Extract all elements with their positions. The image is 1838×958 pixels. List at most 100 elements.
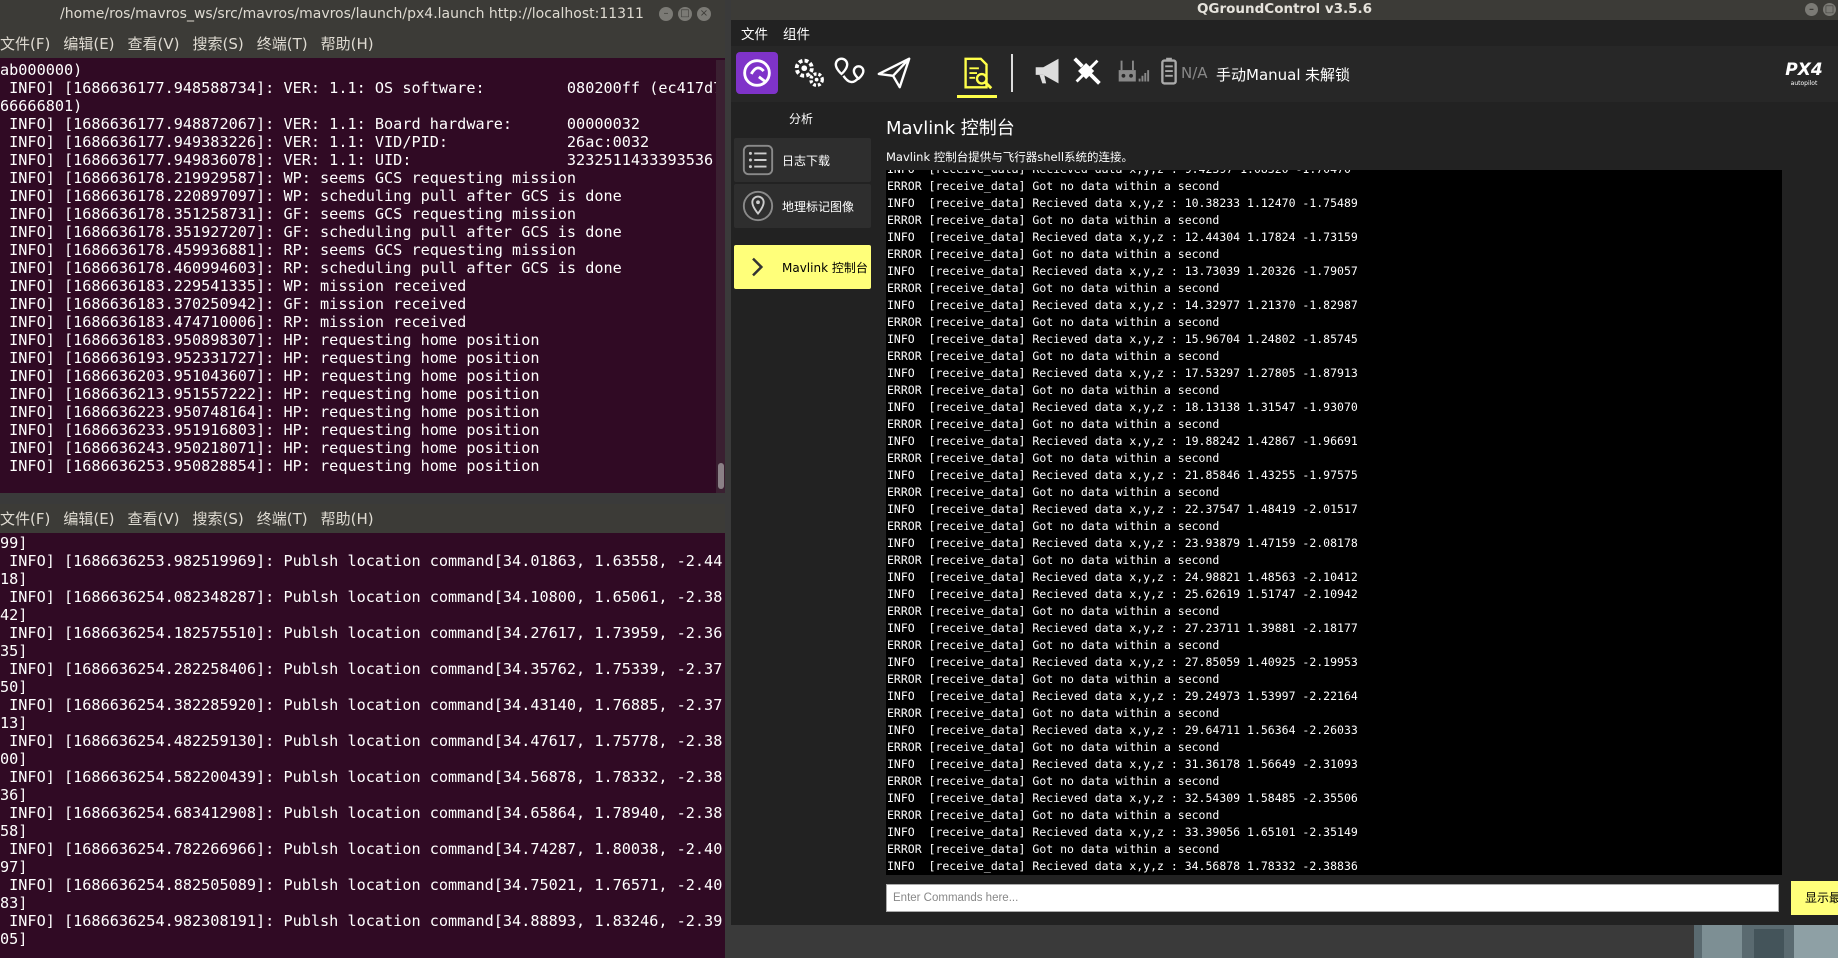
qgc-toolbar: N/A 手动Manual 未解锁 PX4 autopilot bbox=[731, 46, 1838, 102]
console-line: ERROR [receive_data] Got no data within … bbox=[887, 638, 1220, 652]
sidebar-item-mavlink-console[interactable]: Mavlink 控制台 bbox=[734, 245, 871, 289]
terminal-line: 13] bbox=[0, 714, 28, 732]
console-line: INFO [receive_data] Recieved data x,y,z … bbox=[887, 170, 1358, 178]
terminal-line: INFO] [1686636193.952331727]: HP: reques… bbox=[0, 349, 540, 367]
terminal-line: INFO] [1686636178.460994603]: RP: schedu… bbox=[0, 259, 622, 277]
qgc-titlebar[interactable]: QGroundControl v3.5.6 – □ bbox=[731, 0, 1838, 20]
terminal-1-title: /home/ros/mavros_ws/src/mavros/mavros/la… bbox=[60, 6, 644, 22]
console-line: ERROR [receive_data] Got no data within … bbox=[887, 553, 1220, 567]
terminal-line: INFO] [1686636178.351258731]: GF: seems … bbox=[0, 205, 577, 223]
console-line: INFO [receive_data] Recieved data x,y,z … bbox=[887, 434, 1358, 448]
qgc-menubar: 文件 组件 bbox=[731, 20, 1838, 46]
maximize-icon[interactable]: □ bbox=[1823, 3, 1836, 16]
terminal-1-titlebar[interactable]: /home/ros/mavros_ws/src/mavros/mavros/la… bbox=[0, 0, 725, 29]
terminal-line: INFO] [1686636213.951557222]: HP: reques… bbox=[0, 385, 540, 403]
terminal-line: INFO] [1686636254.182575510]: Publsh loc… bbox=[0, 624, 723, 642]
px4-logo: PX4 autopilot bbox=[1776, 59, 1832, 87]
page-description: Mavlink 控制台提供与飞行器shell系统的连接。 bbox=[886, 150, 1134, 164]
sidebar-item-label: 日志下载 bbox=[782, 153, 831, 168]
sidebar-item-label: 地理标记图像 bbox=[782, 199, 855, 214]
console-line: ERROR [receive_data] Got no data within … bbox=[887, 774, 1220, 788]
console-line: INFO [receive_data] Recieved data x,y,z … bbox=[887, 791, 1358, 805]
qgc-menu-widgets[interactable]: 组件 bbox=[783, 23, 810, 43]
terminal-line: INFO] [1686636177.949836078]: VER: 1.1: … bbox=[0, 151, 714, 169]
console-line: ERROR [receive_data] Got no data within … bbox=[887, 604, 1220, 618]
console-line: ERROR [receive_data] Got no data within … bbox=[887, 315, 1220, 329]
page-title: Mavlink 控制台 bbox=[886, 118, 1015, 139]
terminal-1-scrollbar[interactable] bbox=[716, 60, 725, 493]
minimize-icon[interactable]: – bbox=[1805, 3, 1818, 16]
rc-rssi-indicator[interactable] bbox=[1112, 52, 1152, 92]
gps-indicator[interactable] bbox=[1068, 52, 1108, 92]
menu-view[interactable]: 查看(V) bbox=[128, 33, 180, 54]
terminal-line: INFO] [1686636254.082348287]: Publsh loc… bbox=[0, 588, 723, 606]
menu-file[interactable]: 文件(F) bbox=[0, 33, 50, 54]
terminal-line: INFO] [1686636178.219929587]: WP: seems … bbox=[0, 169, 577, 187]
maximize-icon[interactable]: □ bbox=[678, 7, 692, 21]
menu-file[interactable]: 文件(F) bbox=[0, 508, 50, 529]
sidebar-item-log-download[interactable]: 日志下载 bbox=[734, 138, 871, 182]
console-line: INFO [receive_data] Recieved data x,y,z … bbox=[887, 621, 1358, 635]
terminal-line: 50] bbox=[0, 678, 28, 696]
close-icon[interactable]: × bbox=[697, 7, 711, 21]
qgc-menu-file[interactable]: 文件 bbox=[741, 23, 768, 43]
terminal-window-1[interactable]: /home/ros/mavros_ws/src/mavros/mavros/la… bbox=[0, 0, 725, 493]
menu-search[interactable]: 搜索(S) bbox=[193, 508, 244, 529]
desktop-background bbox=[1694, 925, 1838, 958]
terminal-line: INFO] [1686636178.351927207]: GF: schedu… bbox=[0, 223, 622, 241]
location-pin-icon bbox=[742, 190, 774, 222]
menu-terminal[interactable]: 终端(T) bbox=[257, 508, 308, 529]
terminal-window-2[interactable]: 文件(F) 编辑(E) 查看(V) 搜索(S) 终端(T) 帮助(H) 99] … bbox=[0, 504, 725, 958]
flight-mode-selector[interactable]: 手动Manual bbox=[1216, 64, 1301, 85]
console-line: ERROR [receive_data] Got no data within … bbox=[887, 519, 1220, 533]
console-line: ERROR [receive_data] Got no data within … bbox=[887, 808, 1220, 822]
terminal-line: INFO] [1686636254.482259130]: Publsh loc… bbox=[0, 732, 723, 750]
console-line: ERROR [receive_data] Got no data within … bbox=[887, 281, 1220, 295]
terminal-line: 83] bbox=[0, 894, 28, 912]
battery-value: N/A bbox=[1181, 64, 1208, 82]
vehicle-setup-button[interactable] bbox=[789, 52, 829, 92]
terminal-line: 00] bbox=[0, 750, 28, 768]
qgc-window[interactable]: QGroundControl v3.5.6 – □ 文件 组件 N/A 手动Ma… bbox=[731, 0, 1838, 925]
command-input[interactable]: Enter Commands here... bbox=[886, 884, 1779, 912]
terminal-line: INFO] [1686636183.229541335]: WP: missio… bbox=[0, 277, 467, 295]
fly-view-button[interactable] bbox=[874, 52, 914, 92]
messages-indicator[interactable] bbox=[1029, 52, 1069, 92]
console-line: INFO [receive_data] Recieved data x,y,z … bbox=[887, 196, 1358, 210]
terminal-line: 42] bbox=[0, 606, 28, 624]
menu-help[interactable]: 帮助(H) bbox=[321, 508, 374, 529]
mavlink-console-page: Mavlink 控制台 Mavlink 控制台提供与飞行器shell系统的连接。… bbox=[876, 102, 1838, 925]
terminal-1-output[interactable]: ab000000) INFO] [1686636177.948588734]: … bbox=[0, 60, 725, 493]
gears-icon bbox=[794, 58, 824, 87]
menu-edit[interactable]: 编辑(E) bbox=[63, 33, 114, 54]
waypoint-plan-icon bbox=[834, 57, 865, 84]
terminal-line: INFO] [1686636177.948872067]: VER: 1.1: … bbox=[0, 115, 641, 133]
mavlink-console-output[interactable]: INFO [receive_data] Recieved data x,y,z … bbox=[886, 170, 1782, 875]
console-line: INFO [receive_data] Recieved data x,y,z … bbox=[887, 757, 1358, 771]
analyze-view-button[interactable] bbox=[957, 52, 997, 98]
console-line: ERROR [receive_data] Got no data within … bbox=[887, 417, 1220, 431]
minimize-icon[interactable]: – bbox=[659, 7, 673, 21]
terminal-line: ab000000) bbox=[0, 61, 83, 79]
list-icon bbox=[742, 144, 774, 176]
menu-edit[interactable]: 编辑(E) bbox=[63, 508, 114, 529]
console-line: INFO [receive_data] Recieved data x,y,z … bbox=[887, 723, 1358, 737]
sidebar-item-label: Mavlink 控制台 bbox=[782, 260, 868, 275]
qgc-home-button[interactable] bbox=[736, 52, 778, 94]
plan-view-button[interactable] bbox=[831, 52, 871, 92]
sidebar-item-geotag-images[interactable]: 地理标记图像 bbox=[734, 184, 871, 228]
terminal-2-output[interactable]: 99] INFO] [1686636253.982519969]: Publsh… bbox=[0, 533, 725, 958]
console-line: INFO [receive_data] Recieved data x,y,z … bbox=[887, 298, 1358, 312]
console-line: ERROR [receive_data] Got no data within … bbox=[887, 740, 1220, 754]
menu-view[interactable]: 查看(V) bbox=[128, 508, 180, 529]
terminal-line: INFO] [1686636254.582200439]: Publsh loc… bbox=[0, 768, 723, 786]
chevron-right-icon bbox=[752, 257, 764, 277]
menu-terminal[interactable]: 终端(T) bbox=[257, 33, 308, 54]
terminal-line: INFO] [1686636183.370250942]: GF: missio… bbox=[0, 295, 467, 313]
menu-help[interactable]: 帮助(H) bbox=[321, 33, 374, 54]
menu-search[interactable]: 搜索(S) bbox=[193, 33, 244, 54]
show-latest-button[interactable]: 显示最新 bbox=[1791, 881, 1838, 915]
arm-status[interactable]: 未解锁 bbox=[1305, 64, 1350, 85]
battery-indicator[interactable] bbox=[1154, 52, 1184, 92]
console-line: INFO [receive_data] Recieved data x,y,z … bbox=[887, 570, 1358, 584]
